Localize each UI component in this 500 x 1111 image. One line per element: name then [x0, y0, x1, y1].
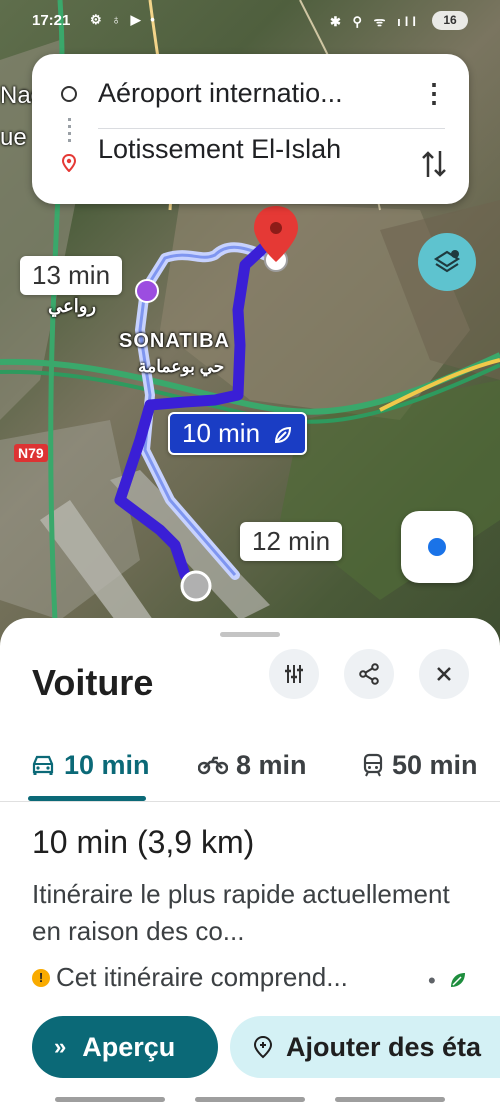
alt-route-time-label[interactable]: 13 min [20, 256, 123, 295]
main-route-time: 10 min [182, 418, 261, 448]
travel-mode-title: Voiture [32, 662, 154, 703]
add-stops-button[interactable]: Ajouter des éta [230, 1016, 500, 1078]
road-shield: N79 [14, 444, 48, 462]
close-button[interactable] [419, 649, 469, 699]
directions-sheet: Voiture 10 min 8 min 50 min 10 min (3,9 … [0, 618, 500, 1111]
system-icons: ✱ ⚲ ᯤ ıll [330, 14, 420, 29]
eco-leaf-icon [275, 427, 292, 444]
status-bar: 17:21 ⚙ ♁ ▶ • ✱ ⚲ ᯤ ıll 16 [0, 0, 500, 42]
travel-mode-tabs: 10 min 8 min 50 min [0, 730, 500, 802]
close-icon [437, 667, 451, 681]
more-options-icon[interactable]: ⋮ [421, 78, 447, 108]
share-button[interactable] [344, 649, 394, 699]
tab-transit-time: 50 min [392, 749, 478, 780]
preview-button[interactable]: » Aperçu [32, 1016, 218, 1078]
origin-field[interactable]: Aéroport internatio... [98, 78, 343, 109]
eco-leaf-icon [451, 973, 465, 987]
motorcycle-icon [198, 755, 228, 775]
notification-icons: ⚙ ♁ ▶ • [90, 12, 158, 27]
route-warning[interactable]: ! Cet itinéraire comprend... [32, 962, 348, 993]
destination-pin-icon [61, 154, 77, 172]
add-location-icon [252, 1035, 274, 1059]
sheet-drag-handle[interactable] [220, 632, 280, 637]
tab-motorcycle-time: 8 min [236, 749, 307, 780]
tab-car[interactable]: 10 min [30, 740, 150, 790]
add-stops-label: Ajouter des éta [286, 1031, 482, 1062]
route-description: Itinéraire le plus rapide actuellement e… [32, 879, 450, 946]
map-poi-label: رواعي [48, 296, 97, 316]
double-chevron-icon: » [54, 1034, 67, 1059]
share-icon [359, 663, 379, 685]
tab-car-time: 10 min [64, 749, 150, 780]
nav-gesture-bar [0, 1097, 500, 1103]
route-summary: 10 min (3,9 km) [32, 824, 255, 860]
destination-row[interactable]: Lotissement El-Islah [32, 134, 469, 192]
preview-button-label: Aperçu [82, 1031, 176, 1062]
train-icon [362, 753, 384, 777]
my-location-icon [428, 538, 446, 556]
my-location-button[interactable] [401, 511, 473, 583]
destination-field[interactable]: Lotissement El-Islah [98, 134, 341, 165]
tune-icon [285, 665, 303, 683]
swap-icon[interactable] [419, 147, 449, 181]
main-route-time-label[interactable]: 10 min [168, 412, 308, 455]
battery-icon: 16 [432, 11, 468, 30]
tab-motorcycle[interactable]: 8 min [198, 740, 307, 790]
route-warning-text: Cet itinéraire comprend... [56, 962, 348, 992]
origin-row[interactable]: Aéroport internatio... [32, 66, 469, 122]
map-view[interactable]: 17:21 ⚙ ♁ ▶ • ✱ ⚲ ᯤ ıll 16 Nac ue رواعي … [0, 0, 500, 660]
car-icon [30, 754, 56, 776]
layers-icon [433, 250, 461, 273]
map-edge-label: ue [0, 124, 27, 151]
origin-circle-icon [61, 86, 77, 102]
status-time: 17:21 [32, 12, 71, 29]
tab-transit[interactable]: 50 min [362, 740, 478, 790]
route-card: Aéroport internatio... Lotissement El-Is… [32, 54, 469, 204]
map-place-label: SONATIBA [119, 330, 230, 352]
route-options-button[interactable] [269, 649, 319, 699]
divider [98, 128, 445, 129]
layers-button[interactable] [418, 233, 476, 291]
selected-tab-indicator [28, 796, 146, 801]
alt-route-time-label[interactable]: 12 min [240, 522, 343, 561]
separator-bullet: • [428, 968, 436, 993]
map-place-label: حي بوعمامة [138, 357, 225, 376]
warning-icon: ! [32, 968, 50, 987]
